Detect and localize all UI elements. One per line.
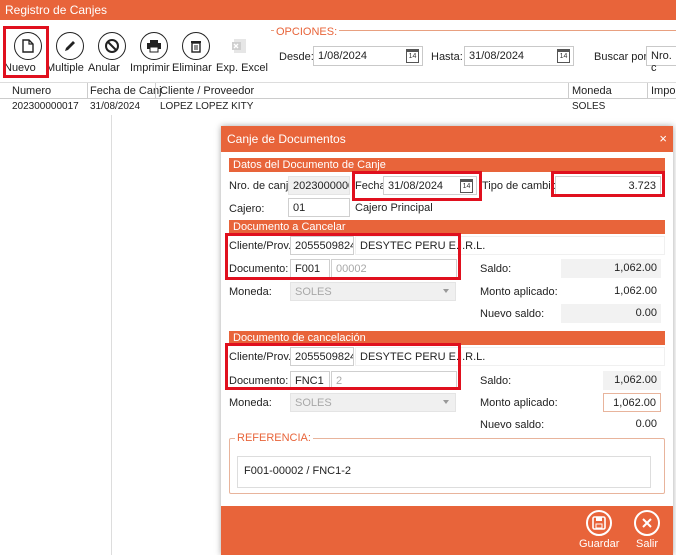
exit-button-label: Salir [635, 538, 658, 550]
col-separator [87, 83, 88, 99]
buscar-select[interactable]: Nro. c [646, 46, 676, 74]
dialog-footer: Guardar Salir [221, 506, 673, 555]
moneda-select-value: SOLES [295, 286, 332, 298]
save-button-label: Guardar [579, 538, 620, 550]
chevron-down-icon [443, 400, 449, 404]
trash-icon [182, 32, 210, 60]
close-circle-icon [634, 510, 660, 536]
printer-icon [140, 32, 168, 60]
moneda-select-value: SOLES [295, 397, 332, 409]
cell-moneda: SOLES [572, 101, 606, 112]
monto-aplicado-value: 1,062.00 [561, 282, 661, 301]
cajero-name: Cajero Principal [355, 202, 433, 214]
saldo-label: Saldo: [480, 263, 512, 275]
referencia-title: REFERENCIA: [235, 432, 313, 444]
referencia-textarea[interactable]: F001-00002 / FNC1-2 [237, 456, 651, 488]
moneda-select[interactable]: SOLES [290, 393, 456, 412]
chevron-down-icon [443, 289, 449, 293]
saldo-value: 1,062.00 [603, 371, 661, 390]
col-cliente[interactable]: Cliente / Proveedor [160, 85, 254, 97]
export-excel-button[interactable]: Exp. Excel [216, 28, 268, 84]
nuevo-saldo-value: 0.00 [603, 415, 661, 434]
cell-cliente: LOPEZ LOPEZ KITY [160, 101, 254, 112]
hasta-date-input[interactable]: 31/08/2024 14 [464, 46, 574, 66]
desde-date-input[interactable]: 1/08/2024 14 [313, 46, 423, 66]
saldo-label: Saldo: [480, 375, 512, 387]
col-moneda[interactable]: Moneda [572, 85, 612, 97]
ban-icon [98, 32, 126, 60]
hasta-label: Hasta: [431, 51, 463, 63]
exit-button[interactable]: Salir [627, 510, 667, 550]
desde-date-value: 1/08/2024 [318, 50, 367, 62]
grid-header: Numero Fecha de Canj Cliente / Proveedor… [0, 82, 676, 99]
window-title: Registro de Canjes [0, 0, 676, 20]
cajero-label: Cajero: [229, 203, 265, 215]
moneda-label: Moneda: [229, 286, 272, 298]
section-doc-cancelar: Documento a Cancelar [229, 220, 665, 234]
col-separator [647, 83, 648, 99]
calendar-icon[interactable]: 14 [406, 49, 419, 63]
fecha-highlight [352, 171, 482, 201]
grid-divider [111, 115, 112, 555]
col-separator [568, 83, 569, 99]
col-separator [155, 83, 156, 99]
delete-button-label: Eliminar [172, 62, 212, 74]
col-fecha[interactable]: Fecha de Canj [90, 85, 162, 97]
print-button-label: Imprimir [130, 62, 170, 74]
excel-icon [226, 32, 254, 60]
pencil-icon [56, 32, 84, 60]
moneda-label: Moneda: [229, 397, 272, 409]
nuevo-saldo-value: 0.00 [561, 304, 661, 323]
hasta-date-value: 31/08/2024 [469, 50, 525, 62]
buscar-label: Buscar por [594, 51, 648, 63]
col-numero[interactable]: Numero [12, 85, 51, 97]
dialog-title: Canje de Documentos [221, 126, 673, 152]
doc-cancelar-highlight [225, 233, 461, 280]
nro-canje-field[interactable]: 20230000000 [288, 176, 350, 195]
export-excel-button-label: Exp. Excel [216, 62, 268, 74]
delete-button[interactable]: Eliminar [172, 28, 220, 84]
section-datos: Datos del Documento de Canje [229, 158, 665, 172]
nuevo-saldo-label: Nuevo saldo: [480, 308, 545, 320]
saldo-value: 1,062.00 [561, 259, 661, 278]
tipo-cambio-label: Tipo de cambio: [482, 180, 560, 192]
new-button-highlight [3, 26, 49, 78]
monto-aplicado-label: Monto aplicado: [480, 286, 558, 298]
cancel-void-button[interactable]: Anular [88, 28, 136, 84]
multiple-button-label: Multiple [46, 62, 84, 74]
doc-cancelacion-highlight [225, 343, 461, 390]
print-button[interactable]: Imprimir [130, 28, 178, 84]
moneda-select[interactable]: SOLES [290, 282, 456, 301]
cancel-void-button-label: Anular [88, 62, 120, 74]
nuevo-saldo-label: Nuevo saldo: [480, 419, 545, 431]
monto-aplicado-input[interactable]: 1,062.00 [603, 393, 661, 412]
table-row[interactable]: 202300000017 31/08/2024 LOPEZ LOPEZ KITY… [0, 99, 676, 115]
floppy-disk-icon [586, 510, 612, 536]
calendar-icon[interactable]: 14 [557, 49, 570, 63]
tipo-cambio-highlight [551, 171, 665, 197]
options-title: OPCIONES: [274, 26, 340, 38]
col-importe[interactable]: Impor [651, 85, 676, 97]
cell-fecha: 31/08/2024 [90, 101, 141, 112]
monto-aplicado-label: Monto aplicado: [480, 397, 558, 409]
desde-label: Desde: [279, 51, 314, 63]
multiple-button[interactable]: Multiple [46, 28, 94, 84]
close-icon[interactable]: × [659, 131, 667, 146]
save-button[interactable]: Guardar [579, 510, 619, 550]
cell-numero: 202300000017 [12, 101, 79, 112]
cajero-code-field[interactable]: 01 [288, 198, 350, 217]
